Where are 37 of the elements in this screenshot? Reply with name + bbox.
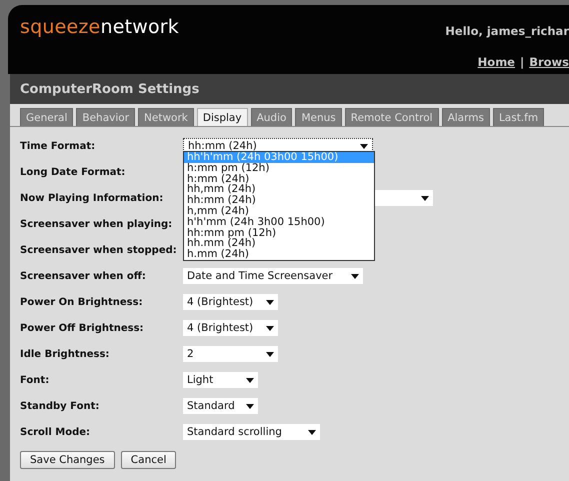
logo: squeezenetwork: [20, 15, 180, 40]
field-label: Power Off Brightness:: [20, 322, 145, 334]
field-label: Screensaver when playing:: [20, 218, 174, 230]
nav-link[interactable]: Home: [478, 55, 515, 69]
field-label: Now Playing Information:: [20, 192, 164, 204]
form-button[interactable]: Cancel: [120, 451, 176, 469]
panel-title: ComputerRoom Settings: [10, 74, 569, 104]
field-label: Idle Brightness:: [20, 348, 110, 360]
dropdown-arrow-icon: [246, 378, 254, 382]
dropdown-arrow-icon: [266, 326, 274, 330]
select-field[interactable]: Standard: [183, 398, 258, 414]
field-label: Font:: [20, 374, 50, 386]
dropdown-arrow-icon: [308, 430, 316, 434]
dropdown-arrow-icon: [266, 352, 274, 356]
dropdown-arrow-icon: [421, 196, 429, 200]
select-field[interactable]: 4 (Brightest): [183, 294, 278, 310]
field-label: Long Date Format:: [20, 166, 126, 178]
separator: |: [520, 55, 524, 69]
field-label: Screensaver when off:: [20, 270, 147, 282]
field-label: Screensaver when stopped:: [20, 244, 178, 256]
greeting: Hello, james_richar: [445, 24, 569, 38]
dropdown-arrow-icon: [246, 404, 254, 408]
select-field[interactable]: Standard scrolling: [183, 424, 320, 440]
tab[interactable]: Display: [196, 108, 248, 126]
dropdown-arrow-icon: [351, 274, 359, 278]
dropdown-arrow-icon: [360, 144, 368, 148]
form-button[interactable]: Save Changes: [20, 451, 115, 469]
field-label: Standby Font:: [20, 400, 100, 412]
select-field[interactable]: 2: [183, 346, 278, 362]
nav-link[interactable]: Brows: [529, 55, 569, 69]
field-label: Power On Brightness:: [20, 296, 144, 308]
select-field[interactable]: Date and Time Screensaver: [183, 268, 363, 284]
dropdown-arrow-icon: [266, 300, 274, 304]
select-field[interactable]: Light: [183, 372, 258, 388]
field-label: Time Format:: [20, 140, 96, 152]
field-label: Scroll Mode:: [20, 426, 92, 438]
select-field[interactable]: 4 (Brightest): [183, 320, 278, 336]
